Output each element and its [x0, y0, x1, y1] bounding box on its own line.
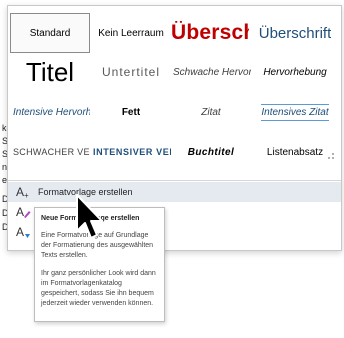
svg-text:A: A	[16, 185, 24, 199]
style-heading-2[interactable]: Überschrift	[251, 13, 339, 53]
resize-grip-icon[interactable]	[327, 152, 335, 160]
style-no-spacing[interactable]: Kein Leerraum	[91, 13, 171, 53]
style-quote[interactable]: Zitat	[171, 92, 251, 132]
style-strong[interactable]: Fett	[91, 92, 171, 132]
style-emphasis[interactable]: Hervorhebung	[251, 52, 339, 92]
svg-text:+: +	[24, 191, 29, 199]
style-list-paragraph[interactable]: Listenabsatz	[251, 132, 339, 172]
svg-text:A: A	[16, 205, 24, 219]
create-style-icon: A +	[8, 185, 38, 199]
style-intense-reference[interactable]: INTENSIVER VERWEIS	[91, 132, 171, 172]
style-book-title[interactable]: Buchtitel	[171, 132, 251, 172]
tooltip-text-2: Ihr ganz persönlicher Look wird dann im …	[41, 270, 156, 307]
svg-text:A: A	[16, 225, 24, 239]
style-subtitle[interactable]: Untertitel	[91, 52, 171, 92]
create-style-menu-item[interactable]: A + Formatvorlage erstellen	[8, 182, 341, 202]
styles-grid: Standard Kein Leerraum Überschrift 1 Übe…	[8, 6, 341, 176]
style-standard[interactable]: Standard	[10, 13, 90, 53]
style-subtle-reference[interactable]: SCHWACHER VERWEIS	[10, 132, 90, 172]
style-intense-emphasis[interactable]: Intensive Hervorhebung	[10, 92, 90, 132]
style-title[interactable]: Titel	[10, 52, 90, 92]
style-subtle-emphasis[interactable]: Schwache Hervorhebung	[171, 52, 251, 92]
mouse-pointer-icon	[76, 194, 103, 239]
style-heading-1[interactable]: Überschrift 1	[171, 13, 251, 53]
gallery-divider	[8, 180, 341, 181]
style-intense-quote[interactable]: Intensives Zitat	[251, 92, 339, 132]
